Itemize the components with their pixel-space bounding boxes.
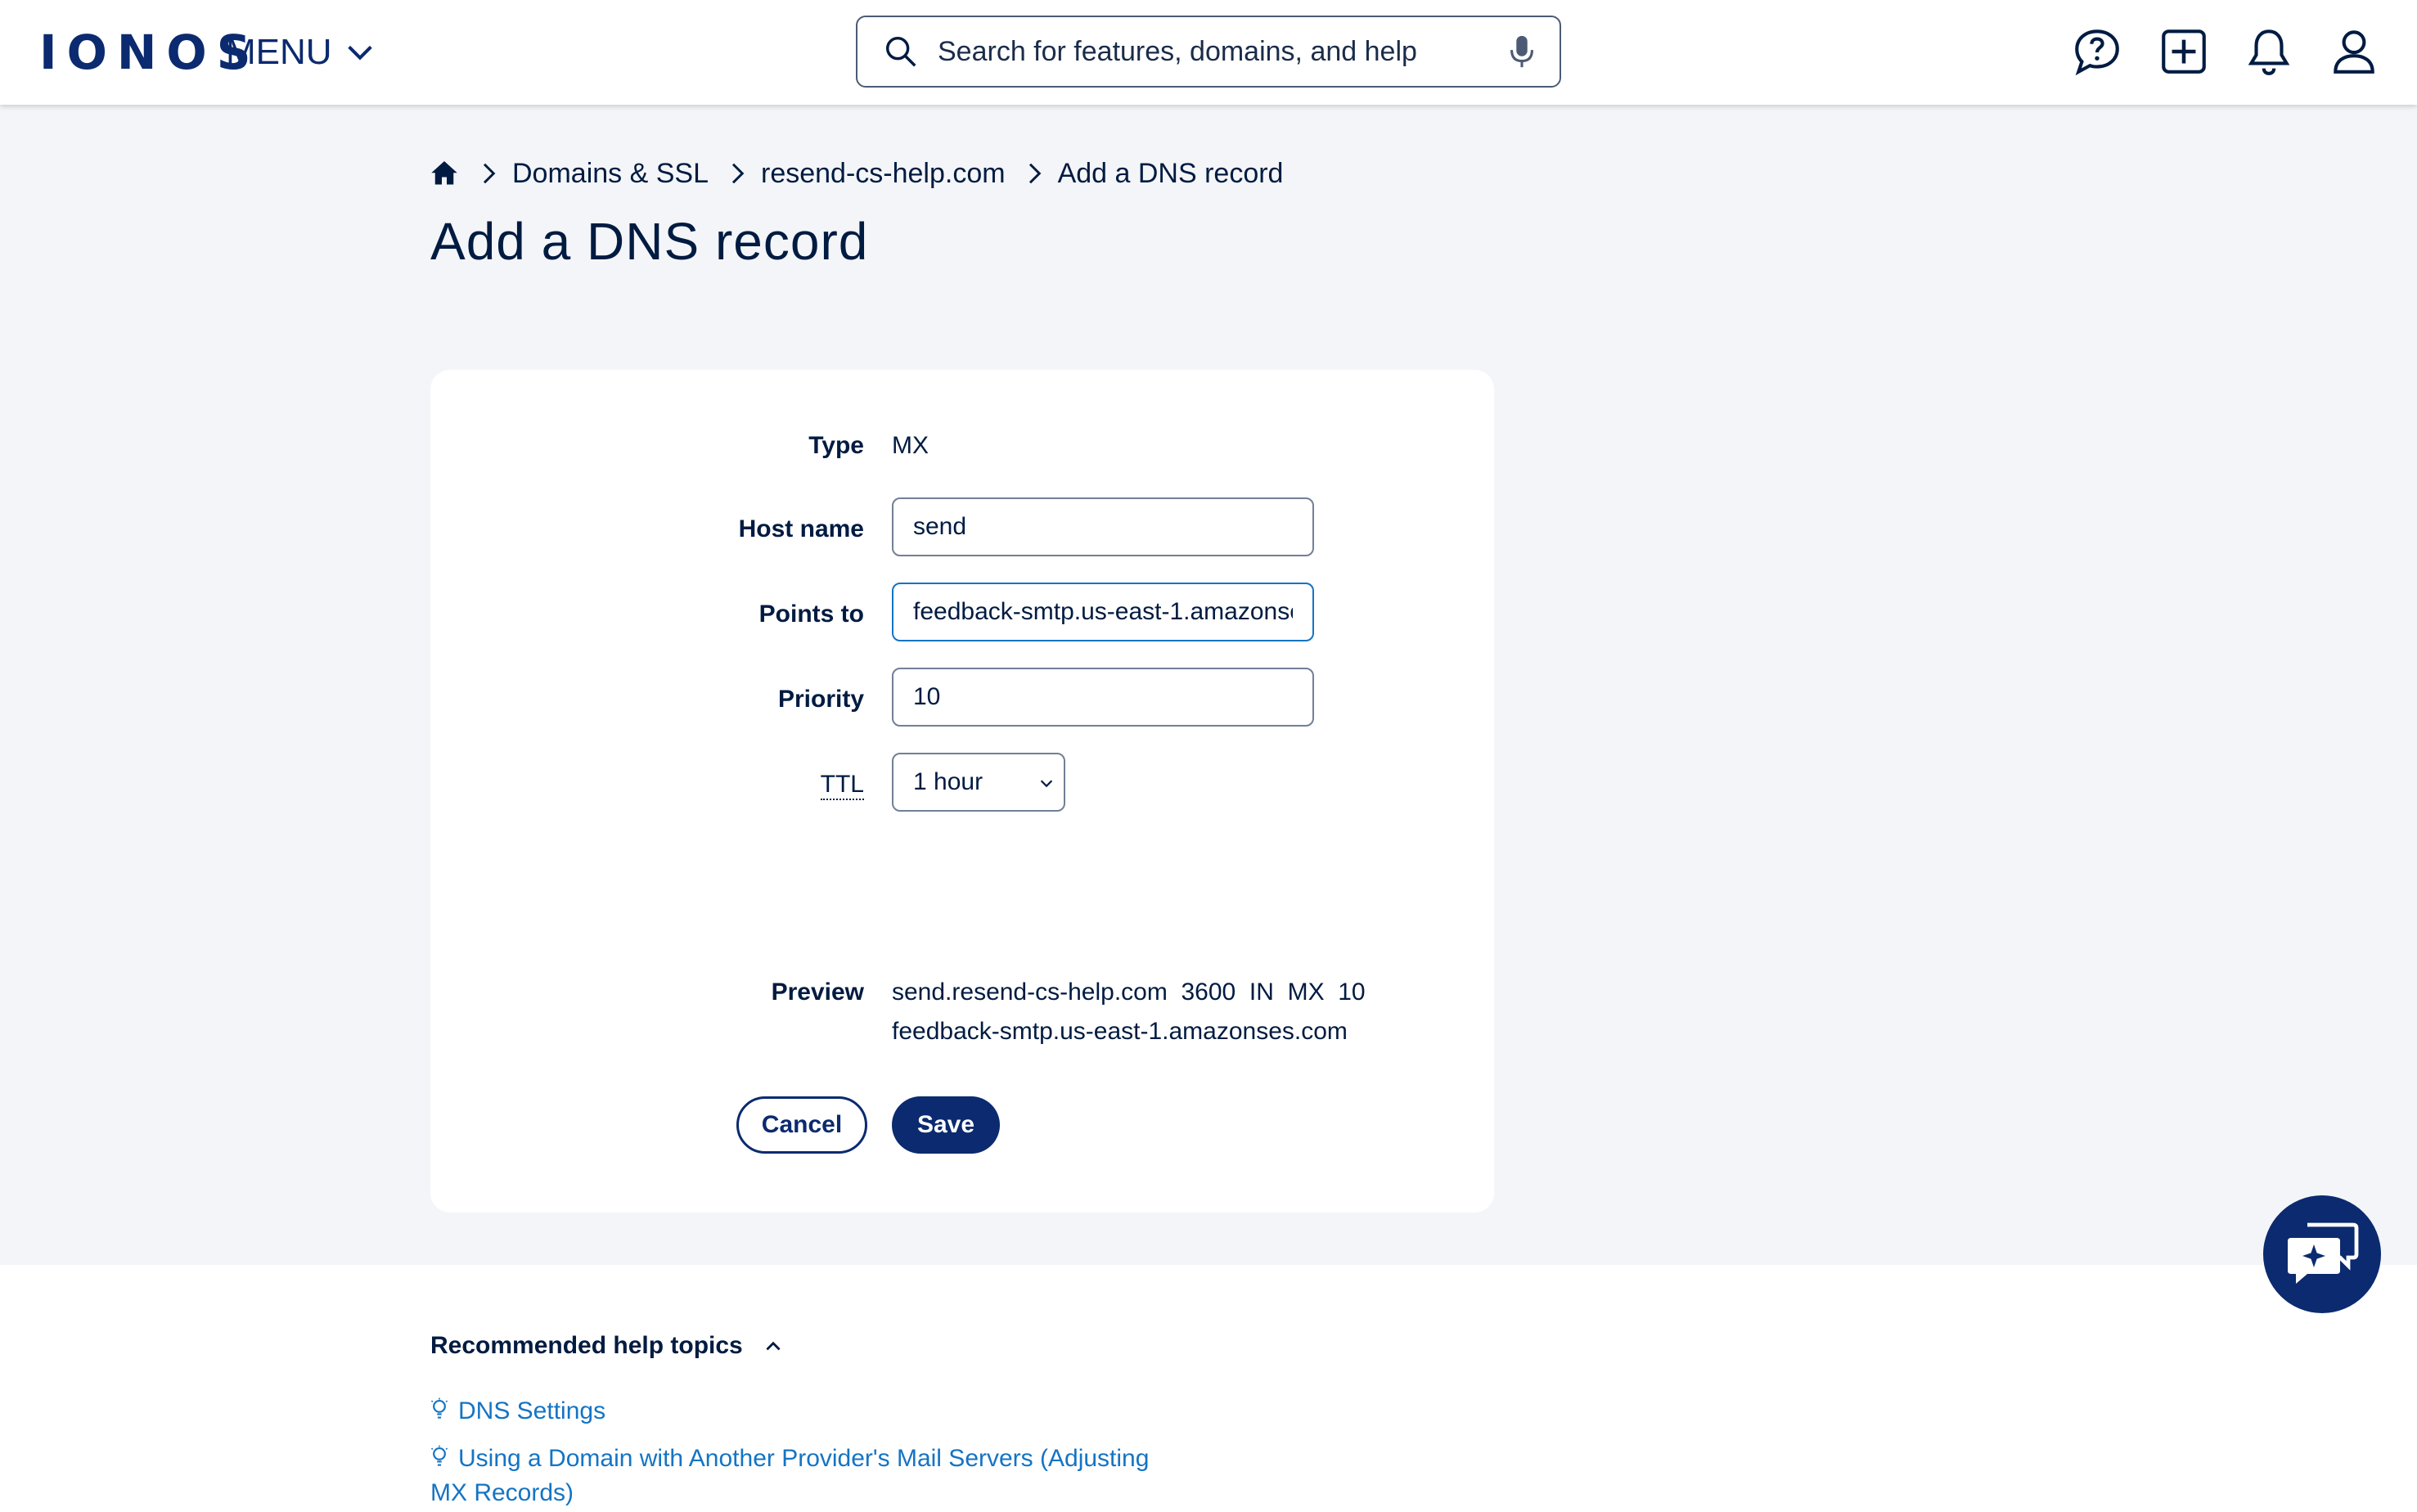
add-icon[interactable] [2157, 25, 2211, 79]
user-icon[interactable] [2327, 25, 2381, 79]
cancel-button[interactable]: Cancel [736, 1096, 867, 1154]
chevron-right-icon [483, 163, 496, 184]
bell-icon[interactable] [2242, 25, 2296, 79]
ttl-label[interactable]: TTL [820, 771, 864, 800]
breadcrumb-current: Add a DNS record [1057, 157, 1284, 189]
page-title: Add a DNS record [430, 212, 869, 271]
breadcrumb-domains[interactable]: Domains & SSL [512, 158, 709, 190]
preview-line-2: feedback-smtp.us-east-1.amazonses.com [892, 1018, 1348, 1045]
help-topics-toggle[interactable]: Recommended help topics [430, 1332, 784, 1360]
preview-label: Preview [771, 979, 864, 1006]
chevron-down-icon [1040, 780, 1053, 788]
chat-button[interactable] [2263, 1195, 2381, 1313]
search-icon [885, 36, 916, 67]
menu-button[interactable]: MENU [226, 29, 376, 75]
points-to-input[interactable] [892, 583, 1314, 641]
help-link-dns-settings[interactable]: DNS Settings [430, 1394, 1167, 1429]
dns-record-form: Type MX Host name Points to Priority TTL… [430, 370, 1494, 1213]
type-value: MX [892, 432, 929, 459]
chevron-down-icon [347, 45, 372, 61]
top-bar: IONOS MENU [0, 0, 2417, 105]
search-input[interactable] [936, 34, 1506, 69]
ttl-select[interactable]: 1 hour [892, 753, 1065, 812]
microphone-icon[interactable] [1506, 33, 1538, 70]
help-topics-title: Recommended help topics [430, 1332, 743, 1359]
chevron-right-icon [1028, 163, 1041, 184]
menu-label: MENU [226, 32, 332, 72]
help-topics-section: Recommended help topics DNS Settings Usi… [0, 1265, 2417, 1512]
search-box [856, 16, 1561, 88]
help-link-mx-records[interactable]: Using a Domain with Another Provider's M… [430, 1442, 1167, 1510]
priority-input[interactable] [892, 668, 1314, 727]
help-link-label: Using a Domain with Another Provider's M… [430, 1445, 1150, 1506]
host-name-input[interactable] [892, 497, 1314, 556]
chevron-up-icon [766, 1341, 781, 1351]
host-name-label: Host name [738, 515, 864, 542]
chat-ai-icon [2288, 1222, 2359, 1284]
points-to-label: Points to [758, 601, 864, 628]
lightbulb-icon [430, 1445, 448, 1466]
type-label: Type [808, 432, 864, 459]
save-button[interactable]: Save [892, 1096, 1000, 1154]
help-icon[interactable] [2070, 25, 2124, 79]
ttl-selected-value: 1 hour [913, 768, 983, 795]
breadcrumb-domain[interactable]: resend-cs-help.com [761, 158, 1006, 190]
home-icon[interactable] [429, 159, 460, 188]
lightbulb-icon [430, 1397, 448, 1419]
chevron-right-icon [731, 163, 745, 184]
priority-label: Priority [777, 686, 864, 713]
breadcrumb: Domains & SSL resend-cs-help.com Add a D… [429, 154, 1283, 193]
help-link-label: DNS Settings [458, 1397, 606, 1424]
preview-line-1: send.resend-cs-help.com 3600 IN MX 10 [892, 979, 1366, 1006]
